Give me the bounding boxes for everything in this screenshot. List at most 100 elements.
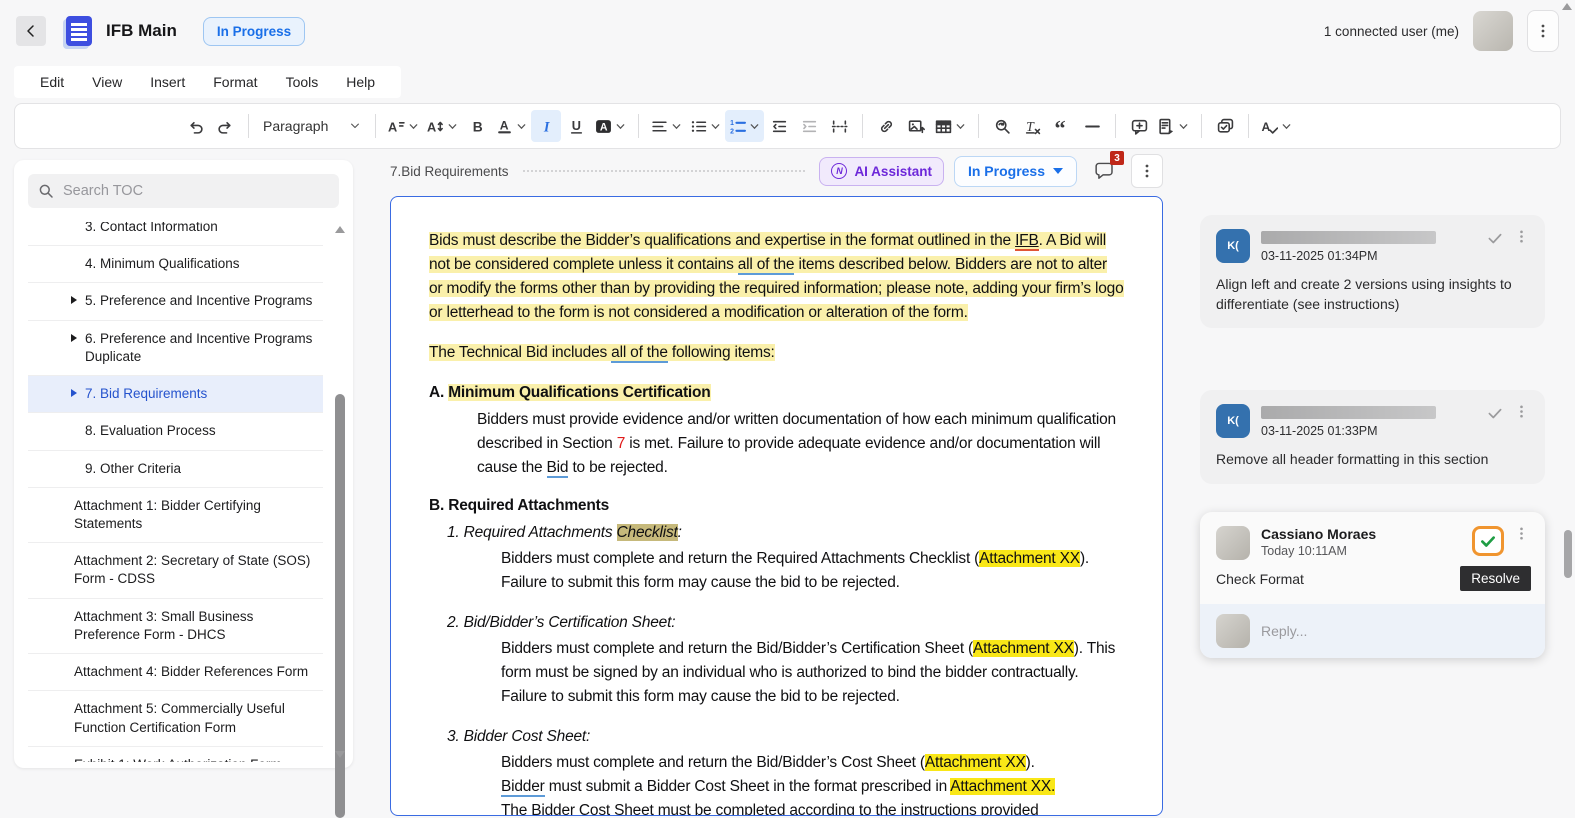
indent-button[interactable] — [794, 110, 824, 142]
toc-item[interactable]: Attachment 4: Bidder References Form — [28, 654, 323, 691]
italic-icon: I — [538, 118, 555, 135]
window-scrollbar-thumb[interactable] — [1564, 530, 1572, 578]
comment-reply-field[interactable]: Reply... — [1200, 604, 1545, 658]
svg-text:“: “ — [1054, 118, 1065, 135]
toolbar-divider — [248, 114, 249, 138]
comment-card-focused[interactable]: Cassiano Moraes Today 10:11AM Resolve Ch… — [1200, 512, 1545, 658]
toc-item[interactable]: 5. Preference and Incentive Programs — [28, 283, 323, 320]
bold-button[interactable]: B — [462, 110, 492, 142]
page-break-button[interactable] — [824, 110, 854, 142]
underline-button[interactable]: U — [561, 110, 591, 142]
comments-panel-button[interactable] — [1210, 110, 1240, 142]
svg-text:B: B — [472, 118, 482, 134]
user-avatar[interactable] — [1473, 11, 1513, 51]
toc-item[interactable]: Attachment 1: Bidder Certifying Statemen… — [28, 488, 323, 543]
table-button[interactable] — [931, 110, 970, 142]
link-icon — [878, 118, 895, 135]
toc-item[interactable]: 7. Bid Requirements — [28, 376, 323, 413]
toc-item[interactable]: 6. Preference and Incentive Programs Dup… — [28, 321, 323, 376]
track-changes-button[interactable] — [1154, 110, 1193, 142]
doc-text-run: Bids must describe the Bidder’s qualific… — [429, 232, 1015, 249]
hr-button[interactable] — [1077, 110, 1107, 142]
toc-item[interactable]: 3. Contact Information — [28, 222, 323, 246]
back-button[interactable] — [16, 16, 46, 46]
menu-edit[interactable]: Edit — [26, 74, 78, 90]
chevron-down-icon — [615, 121, 626, 132]
chevron-down-icon — [749, 121, 760, 132]
blockquote-button[interactable]: “ — [1047, 110, 1077, 142]
undo-button[interactable] — [180, 110, 210, 142]
toc-scroll-up-arrow[interactable] — [335, 226, 345, 233]
toc-scrollbar[interactable] — [334, 224, 346, 760]
toc-item-label: Attachment 5: Commercially Useful Functi… — [74, 701, 285, 734]
toolbar-divider — [638, 114, 639, 138]
menu-help[interactable]: Help — [332, 74, 389, 90]
menu-format[interactable]: Format — [199, 74, 271, 90]
doc-block: The Technical Bid includes all of the fo… — [429, 341, 1124, 365]
expand-triangle-icon[interactable] — [71, 334, 77, 342]
toc-scroll-down-arrow[interactable] — [335, 751, 345, 758]
section-status-dropdown[interactable]: In Progress — [954, 156, 1077, 187]
comments-notification-button[interactable]: 3 — [1093, 159, 1117, 183]
spellcheck-button[interactable]: A — [1257, 110, 1296, 142]
resolve-check-icon[interactable] — [1486, 229, 1504, 247]
connected-users-label: 1 connected user (me) — [1324, 24, 1459, 39]
text-case-button[interactable]: A — [423, 110, 462, 142]
highlight-color-button[interactable]: A — [591, 110, 630, 142]
numbered-list-button[interactable]: 12 — [725, 110, 764, 142]
paragraph-style-dropdown[interactable]: Paragraph — [257, 110, 367, 142]
status-badge[interactable]: In Progress — [203, 17, 305, 46]
comment-add-button[interactable] — [1124, 110, 1154, 142]
comment-card[interactable]: K( 03-11-2025 01:34PM Align left and cre… — [1200, 215, 1545, 328]
hr-icon — [1084, 118, 1101, 135]
toolbar-divider — [978, 114, 979, 138]
bullet-list-button[interactable] — [686, 110, 725, 142]
section-menu-button[interactable] — [1131, 154, 1163, 188]
toc-item[interactable]: Attachment 3: Small Business Preference … — [28, 599, 323, 654]
text-color-button[interactable]: A — [492, 110, 531, 142]
redo-button[interactable] — [210, 110, 240, 142]
clear-format-button[interactable]: T — [1017, 110, 1047, 142]
table-icon — [935, 118, 952, 135]
menu-tools[interactable]: Tools — [272, 74, 333, 90]
image-button[interactable] — [901, 110, 931, 142]
font-size-button[interactable]: A — [384, 110, 423, 142]
toc-item[interactable]: 8. Evaluation Process — [28, 413, 323, 450]
chevron-down-icon — [955, 121, 966, 132]
doc-block: Bidders must provide evidence and/or wri… — [429, 408, 1124, 480]
resolve-button[interactable] — [1472, 526, 1504, 556]
document-editor[interactable]: Bids must describe the Bidder’s qualific… — [390, 196, 1163, 816]
toc-item[interactable]: 9. Other Criteria — [28, 451, 323, 488]
comment-timestamp: 03-11-2025 01:34PM — [1261, 249, 1486, 263]
kebab-icon — [1535, 23, 1551, 39]
toc-item[interactable]: Attachment 2: Secretary of State (SOS) F… — [28, 543, 323, 598]
page-break-icon — [831, 118, 848, 135]
comment-menu-icon[interactable] — [1514, 526, 1529, 541]
menu-insert[interactable]: Insert — [136, 74, 199, 90]
outdent-button[interactable] — [764, 110, 794, 142]
italic-button[interactable]: I — [531, 110, 561, 142]
doc-text-run: Minimum Qualifications Certification — [448, 384, 710, 401]
doc-text-run: Bidders must complete and return the Req… — [501, 550, 979, 567]
resolve-check-icon[interactable] — [1486, 404, 1504, 422]
expand-triangle-icon[interactable] — [71, 296, 77, 304]
comment-menu-icon[interactable] — [1514, 229, 1529, 244]
align-button[interactable] — [647, 110, 686, 142]
window-scroll-up-arrow[interactable] — [1562, 3, 1572, 10]
find-replace-button[interactable] — [987, 110, 1017, 142]
toc-search[interactable] — [28, 174, 339, 208]
toc-search-input[interactable] — [63, 183, 329, 199]
header-menu-button[interactable] — [1527, 10, 1559, 52]
toc-item[interactable]: Exhibit 1: Work Authorization Form — [28, 747, 323, 762]
toc-item[interactable]: Attachment 5: Commercially Useful Functi… — [28, 691, 323, 746]
text-color-icon: A — [496, 118, 513, 135]
comment-text: Remove all header formatting in this sec… — [1216, 450, 1529, 470]
link-button[interactable] — [871, 110, 901, 142]
expand-triangle-icon[interactable] — [71, 389, 77, 397]
ai-assistant-button[interactable]: N AI Assistant — [819, 157, 944, 186]
menu-view[interactable]: View — [78, 74, 136, 90]
comment-card[interactable]: K( 03-11-2025 01:33PM Remove all header … — [1200, 390, 1545, 484]
spellcheck-icon: A — [1261, 118, 1278, 135]
toc-item[interactable]: 4. Minimum Qualifications — [28, 246, 323, 283]
comment-menu-icon[interactable] — [1514, 404, 1529, 419]
